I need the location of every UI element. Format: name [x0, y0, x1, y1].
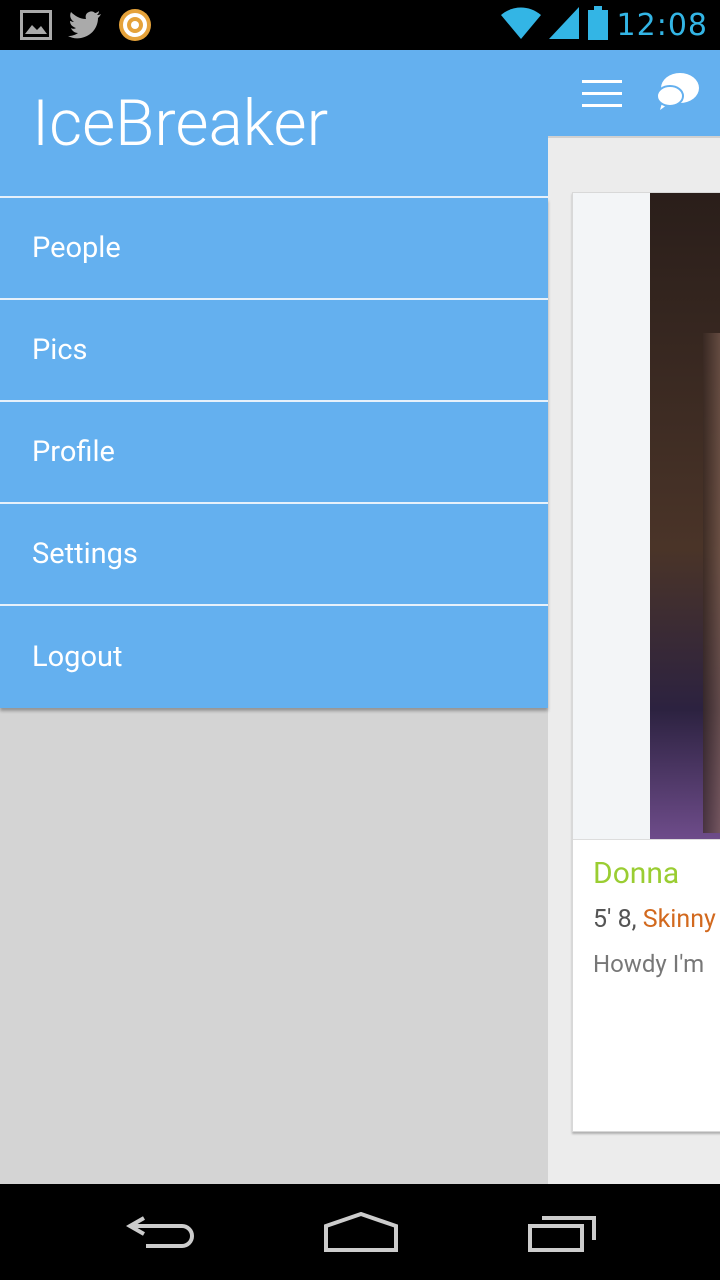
- profile-build: Skinny: [642, 905, 716, 934]
- profile-card[interactable]: Donna 5' 8, Skinny Howdy I'm: [572, 192, 720, 1132]
- drawer-item-logout[interactable]: Logout: [0, 606, 548, 708]
- profile-height: 5' 8,: [593, 905, 643, 934]
- drawer-header: IceBreaker: [0, 50, 548, 198]
- profile-name: Donna: [593, 856, 680, 891]
- drawer-item-label: Settings: [32, 537, 138, 571]
- recents-icon[interactable]: [528, 1212, 598, 1252]
- action-bar: [548, 50, 720, 138]
- gallery-icon: [20, 10, 52, 44]
- signal-icon: [548, 7, 579, 43]
- profile-photo: [650, 193, 720, 839]
- status-bar: 12:08: [0, 0, 720, 50]
- profile-bio: Howdy I'm: [593, 950, 705, 978]
- drawer-item-settings[interactable]: Settings: [0, 504, 548, 606]
- drawer-item-label: People: [32, 231, 121, 265]
- twitter-icon: [68, 11, 102, 43]
- clock: 12:08: [616, 7, 708, 43]
- menu-icon[interactable]: [582, 80, 622, 107]
- profile-stats: 5' 8, Skinny: [593, 905, 720, 934]
- drawer-item-label: Profile: [32, 435, 115, 469]
- drawer-item-label: Logout: [32, 640, 123, 674]
- drawer-item-people[interactable]: People: [0, 198, 548, 300]
- app-title: IceBreaker: [32, 86, 329, 161]
- back-icon[interactable]: [124, 1212, 194, 1252]
- card-info: Donna 5' 8, Skinny Howdy I'm: [573, 839, 720, 1133]
- profile-photo-frame: [573, 193, 720, 839]
- main-content: Donna 5' 8, Skinny Howdy I'm: [548, 50, 720, 1184]
- chat-icon[interactable]: [656, 70, 700, 114]
- notification-app-icon: [118, 8, 152, 46]
- home-icon[interactable]: [324, 1211, 398, 1252]
- drawer-item-label: Pics: [32, 333, 88, 367]
- wifi-icon: [500, 7, 541, 43]
- drawer-menu: People Pics Profile Settings Logout: [0, 198, 548, 708]
- drawer-item-profile[interactable]: Profile: [0, 402, 548, 504]
- battery-icon: [587, 6, 609, 44]
- navigation-drawer: IceBreaker People Pics Profile Settings …: [0, 50, 548, 1184]
- navigation-bar: [0, 1184, 720, 1280]
- drawer-item-pics[interactable]: Pics: [0, 300, 548, 402]
